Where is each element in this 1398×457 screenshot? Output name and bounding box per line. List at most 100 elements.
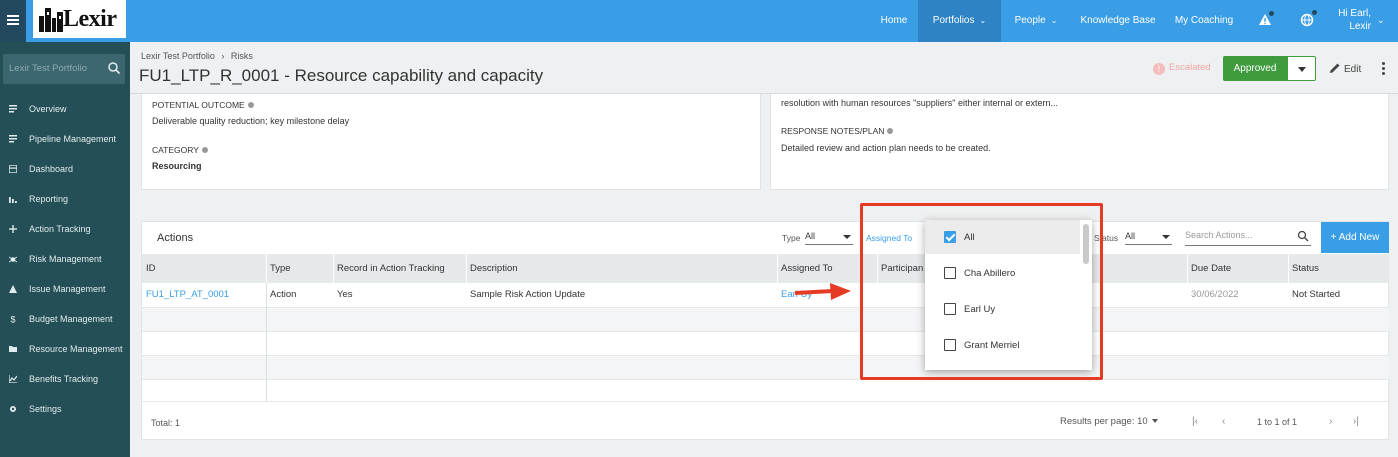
approved-status-button[interactable]: Approved [1223,56,1287,81]
warning-icon [9,285,17,293]
action-status: Not Started [1292,289,1341,300]
sidebar-item-label: Resource Management [29,344,123,354]
page-title: FU1_LTP_R_0001 - Resource capability and… [139,66,544,85]
sidebar-item-settings[interactable]: Settings [0,399,130,419]
sidebar-item-risk-management[interactable]: Risk Management [0,249,130,269]
sidebar-item-label: Settings [29,404,62,414]
previous-page-icon[interactable]: ‹ [1222,416,1225,427]
globe-icon[interactable] [1300,13,1314,27]
category-value: Resourcing [152,161,202,171]
total-count: Total: 1 [151,418,181,428]
column-header-assigned-to[interactable]: Assigned To [781,254,833,283]
column-divider [1187,254,1188,283]
action-id-link[interactable]: FU1_LTP_AT_0001 [146,289,229,300]
user-org: Lexir [1349,21,1371,32]
breadcrumb: Lexir Test Portfolio › Risks [141,51,253,61]
sidebar-item-benefits-tracking[interactable]: Benefits Tracking [0,369,130,389]
column-header-record[interactable]: Record in Action Tracking [337,254,445,283]
svg-text:$: $ [11,315,16,323]
portfolio-search[interactable]: Lexir Test Portfolio [3,54,125,84]
column-header-due-date[interactable]: Due Date [1191,254,1231,283]
sidebar-item-dashboard[interactable]: Dashboard [0,159,130,179]
chevron-down-icon: ⌄ [1050,16,1058,25]
sidebar-item-resource-management[interactable]: Resource Management [0,339,130,359]
sidebar-item-label: Action Tracking [29,224,91,234]
type-filter-select[interactable]: All [805,231,853,245]
sidebar-item-label: Benefits Tracking [29,374,99,384]
sidebar-item-budget-management[interactable]: $ Budget Management [0,309,130,329]
status-dropdown-toggle[interactable] [1287,56,1316,81]
alert-icon: ! [1153,63,1165,75]
response-notes-label: RESPONSE NOTES/PLAN [781,126,894,136]
edit-label: Edit [1344,64,1362,75]
column-header-id[interactable]: ID [146,254,156,283]
last-page-icon[interactable]: ›| [1353,416,1359,427]
search-icon[interactable] [107,61,121,75]
nav-home[interactable]: Home [870,0,918,42]
sidebar-item-label: Budget Management [29,314,113,324]
info-icon[interactable] [201,147,208,153]
breadcrumb-portfolio[interactable]: Lexir Test Portfolio [141,51,215,61]
escalated-indicator[interactable]: ! Escalated [1153,62,1211,75]
nav-people[interactable]: People ⌄ [1002,0,1070,42]
pencil-icon [1330,63,1340,73]
bug-icon [9,256,17,263]
search-actions-input[interactable]: Search Actions... [1185,230,1311,246]
sidebar-item-reporting[interactable]: Reporting [0,189,130,209]
user-greeting: Hi Earl, [1338,8,1371,19]
action-description: Sample Risk Action Update [470,289,586,300]
actions-table-header: ID Type Record in Action Tracking Descri… [142,254,1389,283]
edit-button[interactable]: Edit [1329,62,1361,75]
notification-dot [1269,11,1274,16]
table-row-empty [142,307,1389,331]
next-page-icon[interactable]: › [1329,416,1332,427]
row-divider [142,307,1389,308]
sidebar-item-label: Pipeline Management [29,134,117,144]
sidebar-item-action-tracking[interactable]: Action Tracking [0,219,130,239]
search-icon[interactable] [1297,230,1309,242]
more-options-icon[interactable] [1382,62,1386,76]
potential-outcome-value: Deliverable quality reduction; key miles… [152,116,350,126]
breadcrumb-risks[interactable]: Risks [231,51,253,61]
column-divider [266,254,267,283]
pagination-range: 1 to 1 of 1 [1257,417,1298,427]
sidebar-item-pipeline-management[interactable]: Pipeline Management [0,129,130,149]
risk-details-left-card: POTENTIAL OUTCOME Deliverable quality re… [141,94,761,190]
nav-my-coaching[interactable]: My Coaching [1165,0,1243,42]
brand-logo[interactable]: Lexir [33,0,126,38]
sidebar-item-issue-management[interactable]: Issue Management [0,279,130,299]
chevron-down-icon[interactable]: ⌄ [1377,15,1385,26]
type-filter-label: Type [782,233,801,243]
add-new-action-button[interactable]: + Add New [1321,222,1389,253]
nav-knowledge-base[interactable]: Knowledge Base [1073,0,1163,42]
info-icon[interactable] [887,128,894,134]
column-divider [1288,254,1289,283]
status-filter-select[interactable]: All [1125,231,1172,245]
column-header-description[interactable]: Description [470,254,518,283]
column-header-type[interactable]: Type [270,254,291,283]
user-menu[interactable]: Hi Earl, Lexir [1331,7,1371,33]
list-icon [9,135,17,143]
building-logo-icon [39,8,63,32]
first-page-icon[interactable]: |‹ [1192,416,1198,427]
dollar-icon: $ [11,315,16,323]
dashboard-icon [9,165,17,173]
category-label: CATEGORY [152,145,208,155]
hamburger-menu-icon[interactable] [0,0,26,42]
response-notes-value: Detailed review and action plan needs to… [781,143,991,153]
column-header-status[interactable]: Status [1292,254,1319,283]
potential-outcome-label: POTENTIAL OUTCOME [152,100,254,110]
search-placeholder: Lexir Test Portfolio [9,63,87,74]
nav-portfolios[interactable]: Portfolios ⌄ [918,0,1001,42]
results-per-page-select[interactable]: Results per page: 10 [1060,416,1158,427]
caret-down-icon [1298,67,1306,72]
sidebar-item-label: Issue Management [29,284,106,294]
bar-chart-icon [9,197,17,203]
column-divider [333,254,334,283]
row-divider [142,379,1389,380]
sidebar-item-label: Reporting [29,194,69,204]
info-icon[interactable] [247,102,254,108]
folder-icon [9,346,17,352]
move-icon [9,225,17,233]
sidebar-item-overview[interactable]: Overview [0,99,130,119]
